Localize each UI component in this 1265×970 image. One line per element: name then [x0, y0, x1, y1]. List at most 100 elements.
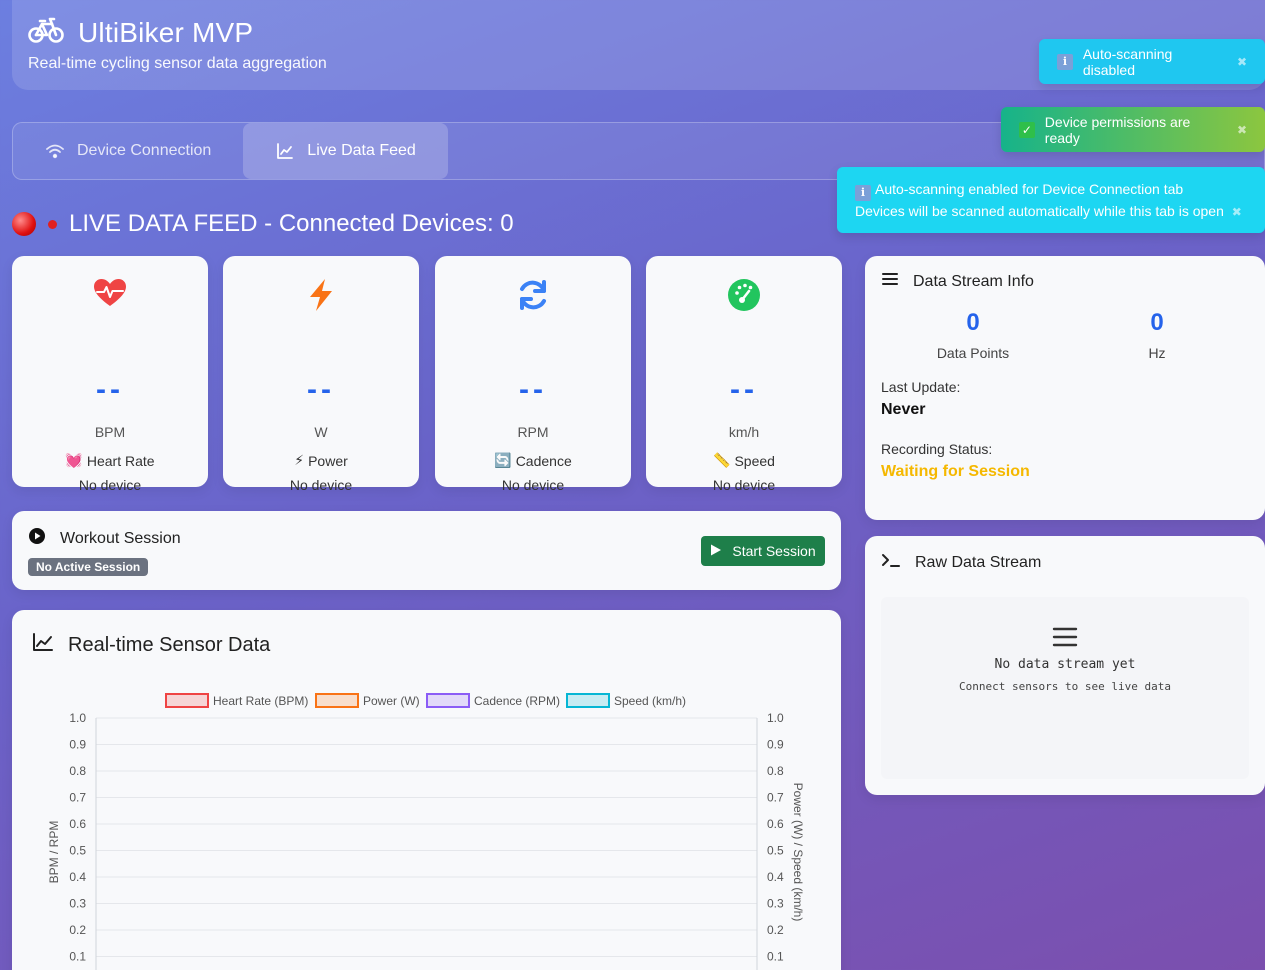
live-dot-icon [48, 219, 57, 229]
tab-device-connection-label: Device Connection [77, 142, 212, 159]
y-tick-right: 0.6 [767, 817, 784, 831]
y-tick-left: 0.9 [69, 738, 86, 752]
raw-empty-title: No data stream yet [994, 657, 1136, 672]
speed-status: No device [712, 477, 776, 493]
y-tick-left: 0.7 [69, 791, 86, 805]
legend-swatch [566, 693, 610, 708]
tab-live-data-feed[interactable]: Live Data Feed [243, 123, 448, 179]
last-update-label: Last Update: [881, 379, 961, 395]
y-tick-left: 0.6 [69, 817, 86, 831]
legend-swatch [165, 693, 209, 708]
y-tick-right: 0.3 [767, 897, 784, 911]
app-title: UltiBiker MVP [78, 16, 254, 48]
legend-label: Heart Rate (BPM) [213, 694, 308, 708]
power-value: -- [307, 373, 335, 406]
y-tick-left: 0.3 [69, 897, 86, 911]
start-session-label: Start Session [732, 543, 816, 559]
y-tick-left: 0.8 [69, 764, 86, 778]
legend-label: Speed (km/h) [614, 694, 686, 708]
tab-device-connection[interactable]: Device Connection [13, 123, 243, 179]
chart-line-icon [275, 141, 295, 161]
raw-data-stream-card: Raw Data Stream No data stream yet Conne… [865, 536, 1265, 795]
close-icon[interactable]: ✖ [1237, 123, 1247, 137]
cadence-unit: RPM [517, 424, 549, 440]
list-lines-icon [1052, 627, 1078, 651]
y-tick-right: 0.4 [767, 870, 784, 884]
toast-permissions-ready[interactable]: ✓ Device permissions are ready ✖ [1001, 107, 1265, 152]
y-tick-left: 1.0 [69, 711, 86, 725]
close-icon[interactable]: ✖ [1232, 205, 1242, 219]
toast-auto-scan-enabled[interactable]: i Auto-scanning enabled for Device Connec… [837, 167, 1265, 233]
y-tick-right: 0.5 [767, 844, 784, 858]
last-update-value: Never [881, 401, 926, 418]
heart-rate-value: -- [96, 373, 124, 406]
legend-swatch [426, 693, 470, 708]
workout-session-title: Workout Session [60, 529, 181, 547]
data-stream-info-card: Data Stream Info 0 Data Points 0 Hz Last… [865, 256, 1265, 520]
wifi-icon [45, 141, 65, 161]
speed-label: Speed [734, 452, 775, 469]
workout-session-card: Workout Session No Active Session Start … [12, 511, 841, 590]
y-tick-left: 0.5 [69, 844, 86, 858]
data-stream-info-title: Data Stream Info [913, 272, 1034, 290]
legend-label: Cadence (RPM) [474, 694, 560, 708]
tab-live-data-feed-label: Live Data Feed [307, 142, 416, 159]
data-points-stat: 0 Data Points [881, 309, 1065, 361]
red-circle-icon [12, 212, 36, 236]
hz-value: 0 [1150, 309, 1164, 336]
recording-status-label: Recording Status: [881, 441, 993, 457]
toast-permissions-ready-text: Device permissions are ready [1044, 113, 1191, 146]
y-tick-right: 0.2 [767, 923, 784, 937]
ruler-emoji-icon: 📏 [713, 452, 731, 468]
power-unit: W [314, 424, 328, 440]
data-points-label: Data Points [936, 345, 1010, 361]
heart-rate-status: No device [78, 477, 142, 493]
raw-data-empty-state: No data stream yet Connect sensors to se… [881, 597, 1249, 779]
power-label: Power [308, 452, 348, 469]
toast-auto-scan-enabled-line1: Auto-scanning enabled for Device Connect… [875, 181, 1184, 197]
chart-card-title: Real-time Sensor Data [68, 633, 271, 656]
toast-auto-scan-disabled-text: Auto-scanning disabled [1082, 45, 1173, 78]
legend-label: Power (W) [363, 694, 420, 708]
lightning-icon [306, 278, 336, 314]
heart-rate-label: Heart Rate [86, 452, 155, 469]
sensor-chart-card: Real-time Sensor Data Heart Rate (BPM) Po… [12, 610, 841, 970]
sensor-chart: Heart Rate (BPM) Power (W) Cadence (RPM) Sp… [47, 693, 805, 970]
raw-data-stream-title: Raw Data Stream [915, 553, 1042, 571]
metric-card-heart-rate: -- BPM 💓 Heart Rate No device [12, 256, 208, 493]
heart-emoji-icon: 💓 [65, 452, 83, 468]
hz-stat: 0 Hz [1065, 309, 1249, 361]
close-icon[interactable]: ✖ [1237, 55, 1247, 69]
check-icon: ✓ [1019, 121, 1035, 138]
power-status: No device [289, 477, 353, 493]
lightning-emoji-icon: ⚡ [294, 452, 305, 468]
info-icon: i [855, 184, 871, 201]
cadence-value: -- [519, 373, 547, 406]
y-tick-left: 0.2 [69, 923, 86, 937]
toast-auto-scan-disabled[interactable]: i Auto-scanning disabled ✖ [1039, 39, 1265, 84]
y-tick-right: 1.0 [767, 711, 784, 725]
y-tick-left: 0.1 [69, 950, 86, 964]
metric-card-cadence: -- RPM 🔄 Cadence No device [435, 256, 631, 493]
y-tick-right: 0.1 [767, 950, 784, 964]
y-tick-right: 0.8 [767, 764, 784, 778]
chart-line-icon [32, 632, 54, 658]
y-axis-label-right: Power (W) / Speed (km/h) [791, 783, 805, 922]
terminal-icon [881, 552, 901, 573]
y-axis-label-left: BPM / RPM [47, 821, 61, 884]
bicycle-icon [28, 16, 64, 49]
metric-card-speed: -- km/h 📏 Speed No device [646, 256, 842, 493]
legend-swatch [315, 693, 359, 708]
start-session-button[interactable]: Start Session [701, 536, 825, 566]
data-points-value: 0 [966, 309, 980, 336]
session-status-badge: No Active Session [28, 558, 149, 576]
play-icon [710, 543, 722, 559]
y-tick-right: 0.7 [767, 791, 784, 805]
speedometer-icon [727, 278, 761, 314]
play-circle-icon [28, 527, 46, 550]
list-icon [881, 272, 899, 291]
heart-rate-unit: BPM [94, 424, 126, 440]
recording-status-value: Waiting for Session [881, 463, 1030, 480]
metric-card-power: -- W ⚡ Power No device [223, 256, 419, 493]
toast-auto-scan-enabled-line2: Devices will be scanned automatically wh… [855, 202, 1224, 219]
